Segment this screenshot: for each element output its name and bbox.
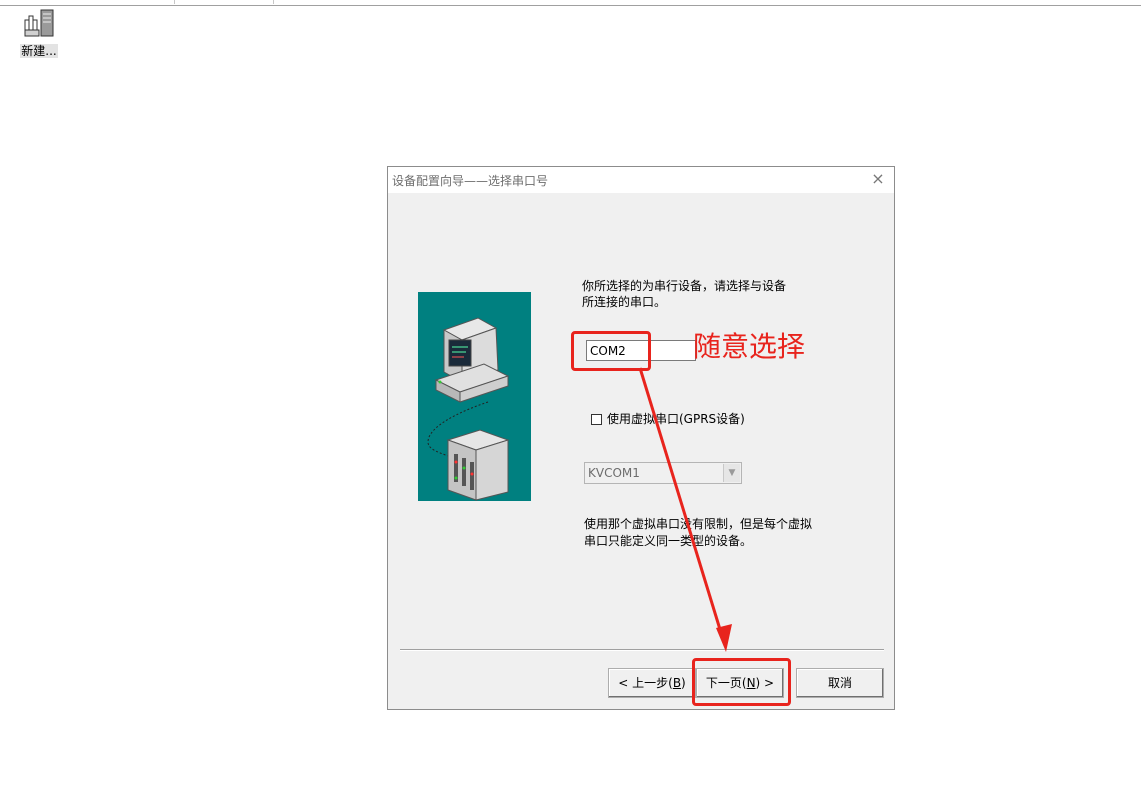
annotation-arrow (638, 367, 732, 652)
